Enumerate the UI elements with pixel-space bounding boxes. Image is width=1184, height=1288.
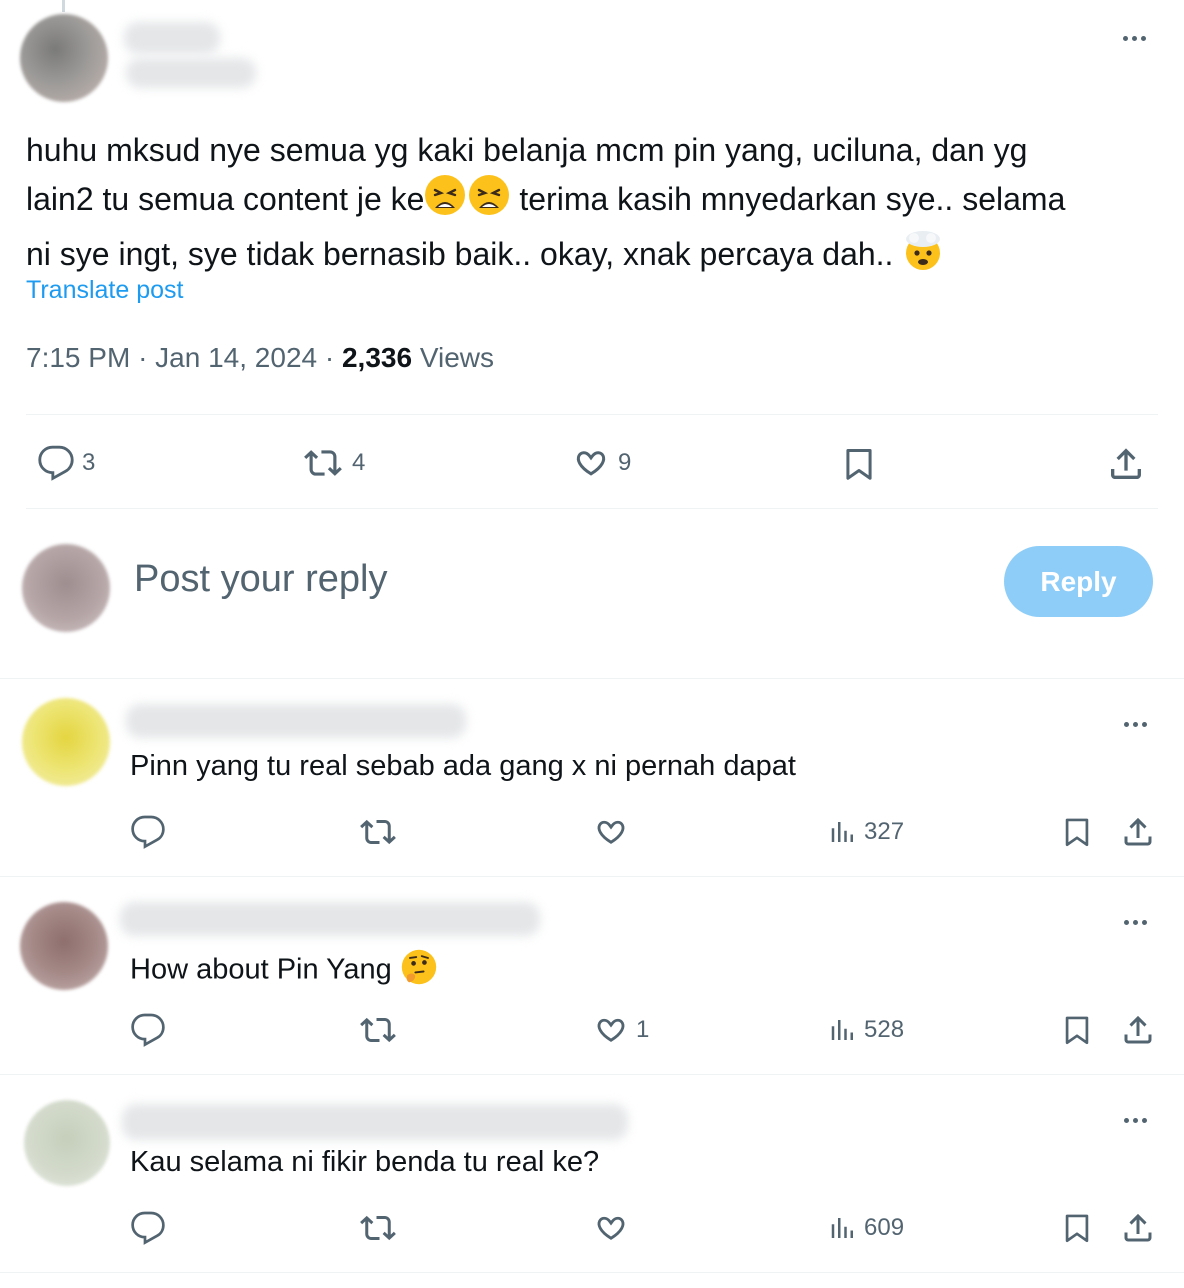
bookmark-icon (1060, 814, 1094, 850)
reply-text: Pinn yang tu real sebab ada gang x ni pe… (130, 750, 796, 782)
reply-author-blurred[interactable] (120, 902, 540, 936)
repost-action[interactable]: 4 (300, 444, 365, 482)
divider (26, 508, 1158, 509)
divider (0, 876, 1184, 877)
share-icon (1106, 444, 1146, 484)
views-action[interactable]: 528 (828, 1012, 904, 1048)
post-meta: 7:15 PM · Jan 14, 2024 · 2,336 Views (26, 342, 494, 374)
views-count: 327 (864, 818, 905, 845)
repost-icon (358, 1210, 398, 1246)
repost-icon (358, 814, 398, 850)
more-options-icon[interactable] (1124, 722, 1147, 727)
heart-icon (570, 444, 612, 482)
exploding-head-icon (902, 229, 944, 284)
heart-icon (592, 1012, 630, 1048)
divider (0, 1272, 1184, 1273)
more-options-icon[interactable] (1124, 1118, 1147, 1123)
heart-icon (592, 814, 630, 850)
meta-separator: · (138, 342, 156, 373)
bookmark-icon (1060, 1012, 1094, 1048)
heart-icon (592, 1210, 630, 1246)
reply-text: Kau selama ni fikir benda tu real ke? (130, 1146, 600, 1178)
post-time[interactable]: 7:15 PM (26, 342, 130, 373)
bookmark-icon (840, 444, 878, 484)
reply-text: How about Pin Yang (130, 948, 438, 994)
weary-face-icon (424, 174, 466, 229)
post-text: huhu mksud nye semua yg kaki belanja mcm… (26, 126, 1166, 284)
bookmark-action[interactable] (1060, 1012, 1094, 1048)
author-avatar[interactable] (20, 14, 108, 102)
like-action[interactable] (592, 814, 636, 850)
thinking-face-icon (400, 948, 438, 994)
repost-icon (358, 1012, 398, 1048)
share-action[interactable] (1120, 814, 1156, 850)
like-action[interactable]: 9 (570, 444, 631, 482)
translate-post-link[interactable]: Translate post (26, 276, 183, 305)
share-icon (1120, 1012, 1156, 1048)
reply-input[interactable]: Post your reply (134, 558, 387, 601)
reply-avatar[interactable] (22, 698, 110, 786)
post-text-line-1: huhu mksud nye semua yg kaki belanja mcm… (26, 132, 1028, 168)
reply-action[interactable] (130, 1012, 166, 1048)
more-options-icon[interactable] (1124, 920, 1147, 925)
share-action[interactable] (1120, 1012, 1156, 1048)
author-handle-blurred[interactable] (126, 58, 256, 88)
reply-avatar[interactable] (20, 902, 108, 990)
views-count: 609 (864, 1214, 905, 1241)
repost-action[interactable] (358, 814, 398, 850)
user-avatar[interactable] (22, 544, 110, 632)
meta-separator: · (324, 342, 342, 373)
share-icon (1120, 1210, 1156, 1246)
reply-button[interactable]: Reply (1004, 546, 1153, 617)
repost-icon (300, 444, 346, 482)
share-action[interactable] (1106, 444, 1146, 484)
post-text-line-2: lain2 tu semua content je ke terima kasi… (26, 174, 1166, 229)
reply-avatar[interactable] (24, 1100, 110, 1186)
views-action[interactable]: 609 (828, 1210, 904, 1246)
weary-face-icon (468, 174, 510, 229)
thread-line (62, 0, 65, 12)
share-action[interactable] (1120, 1210, 1156, 1246)
comment-icon (36, 444, 76, 482)
more-options-icon[interactable] (1123, 36, 1146, 41)
reply-action[interactable]: 3 (36, 444, 95, 482)
reply-count: 3 (82, 449, 96, 476)
divider (0, 1074, 1184, 1075)
views-count: 2,336 (341, 342, 413, 373)
share-icon (1120, 814, 1156, 850)
bookmark-action[interactable] (840, 444, 878, 484)
repost-action[interactable] (358, 1012, 398, 1048)
bookmark-icon (1060, 1210, 1094, 1246)
like-count: 1 (636, 1016, 650, 1043)
reply-action[interactable] (130, 814, 166, 850)
analytics-icon (828, 814, 858, 850)
analytics-icon (828, 1210, 858, 1246)
views-action[interactable]: 327 (828, 814, 904, 850)
analytics-icon (828, 1012, 858, 1048)
like-action[interactable]: 1 (592, 1012, 649, 1048)
divider (26, 414, 1158, 415)
comment-icon (130, 814, 166, 850)
post-text-line-3: ni sye ingt, sye tidak bernasib baik.. o… (26, 229, 1166, 284)
bookmark-action[interactable] (1060, 814, 1094, 850)
post-date[interactable]: Jan 14, 2024 (155, 342, 317, 373)
comment-icon (130, 1012, 166, 1048)
comment-icon (130, 1210, 166, 1246)
views-label: Views (419, 342, 495, 373)
repost-count: 4 (352, 449, 366, 476)
divider (0, 678, 1184, 679)
views-count: 528 (864, 1016, 905, 1043)
repost-action[interactable] (358, 1210, 398, 1246)
bookmark-action[interactable] (1060, 1210, 1094, 1246)
reply-author-blurred[interactable] (126, 704, 466, 738)
like-count: 9 (618, 449, 632, 476)
reply-author-blurred[interactable] (122, 1104, 628, 1140)
like-action[interactable] (592, 1210, 636, 1246)
author-name-blurred[interactable] (124, 22, 220, 54)
reply-action[interactable] (130, 1210, 166, 1246)
